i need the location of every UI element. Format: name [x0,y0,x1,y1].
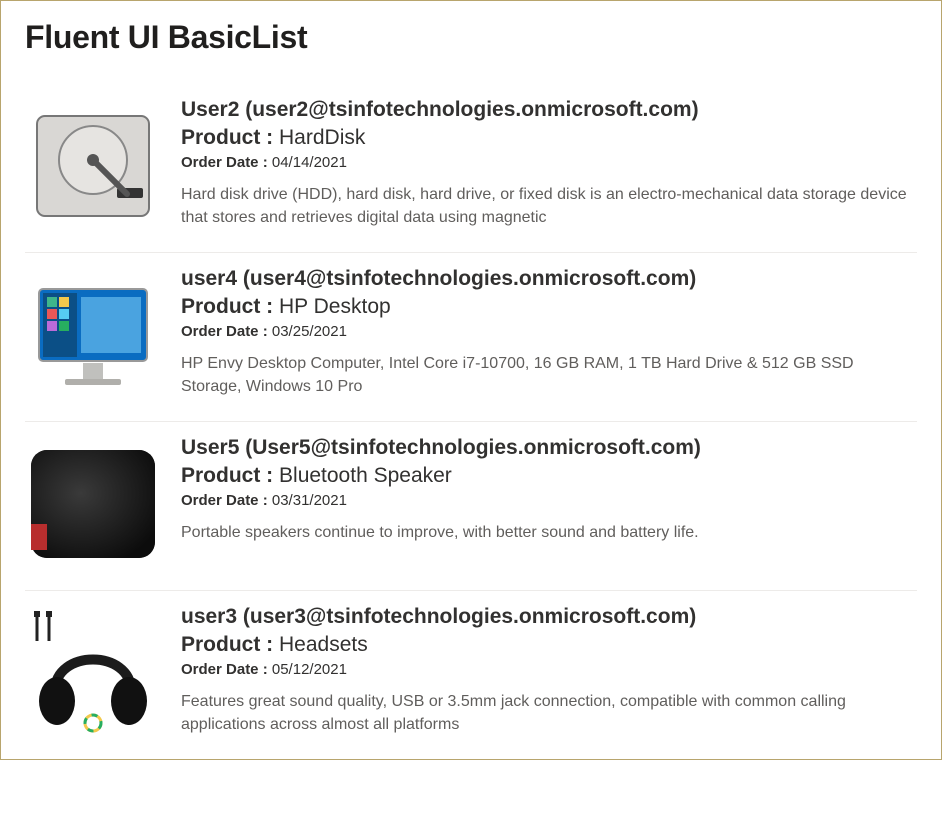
product-thumbnail [25,267,161,403]
orderdate-line: Order Date : 03/25/2021 [181,323,917,340]
desktop-computer-icon [25,267,161,403]
user-line: User5 (User5@tsinfotechnologies.onmicros… [181,436,917,460]
orderdate-line: Order Date : 03/31/2021 [181,492,917,509]
orderdate-label: Order Date : [181,323,268,340]
list-item-body: user3 (user3@tsinfotechnologies.onmicros… [181,605,917,736]
orderdate-value: 03/31/2021 [272,492,347,509]
product-thumbnail [25,436,161,572]
product-label: Product : [181,464,273,487]
product-line: Product : Headsets [181,633,917,657]
list-item-body: user4 (user4@tsinfotechnologies.onmicros… [181,267,917,398]
user-line: user3 (user3@tsinfotechnologies.onmicros… [181,605,917,629]
product-thumbnail [25,605,161,741]
orderdate-value: 05/12/2021 [272,661,347,678]
list-item[interactable]: user4 (user4@tsinfotechnologies.onmicros… [25,253,917,422]
product-description: HP Envy Desktop Computer, Intel Core i7-… [181,352,917,398]
product-value: HardDisk [279,126,365,149]
list-item-body: User5 (User5@tsinfotechnologies.onmicros… [181,436,917,544]
list-item[interactable]: User2 (user2@tsinfotechnologies.onmicros… [25,84,917,253]
orderdate-line: Order Date : 05/12/2021 [181,661,917,678]
product-line: Product : Bluetooth Speaker [181,464,917,488]
product-description: Portable speakers continue to improve, w… [181,521,917,544]
product-value: Headsets [279,633,368,656]
page-container: Fluent UI BasicList User2 (user2@tsinfot… [1,1,941,759]
list-item[interactable]: User5 (User5@tsinfotechnologies.onmicros… [25,422,917,591]
hard-disk-icon [25,98,161,234]
product-thumbnail [25,98,161,234]
bluetooth-speaker-icon [25,436,161,572]
orderdate-line: Order Date : 04/14/2021 [181,154,917,171]
product-line: Product : HP Desktop [181,295,917,319]
orderdate-value: 03/25/2021 [272,323,347,340]
product-label: Product : [181,633,273,656]
orderdate-label: Order Date : [181,661,268,678]
product-value: Bluetooth Speaker [279,464,452,487]
orderdate-label: Order Date : [181,492,268,509]
user-line: User2 (user2@tsinfotechnologies.onmicros… [181,98,917,122]
orderdate-label: Order Date : [181,154,268,171]
user-line: user4 (user4@tsinfotechnologies.onmicros… [181,267,917,291]
page-title: Fluent UI BasicList [25,19,917,56]
list-item-body: User2 (user2@tsinfotechnologies.onmicros… [181,98,917,229]
product-line: Product : HardDisk [181,126,917,150]
product-value: HP Desktop [279,295,391,318]
product-label: Product : [181,295,273,318]
list-item[interactable]: user3 (user3@tsinfotechnologies.onmicros… [25,591,917,759]
product-label: Product : [181,126,273,149]
product-description: Hard disk drive (HDD), hard disk, hard d… [181,183,917,229]
product-description: Features great sound quality, USB or 3.5… [181,690,917,736]
headsets-icon [25,605,161,741]
orderdate-value: 04/14/2021 [272,154,347,171]
